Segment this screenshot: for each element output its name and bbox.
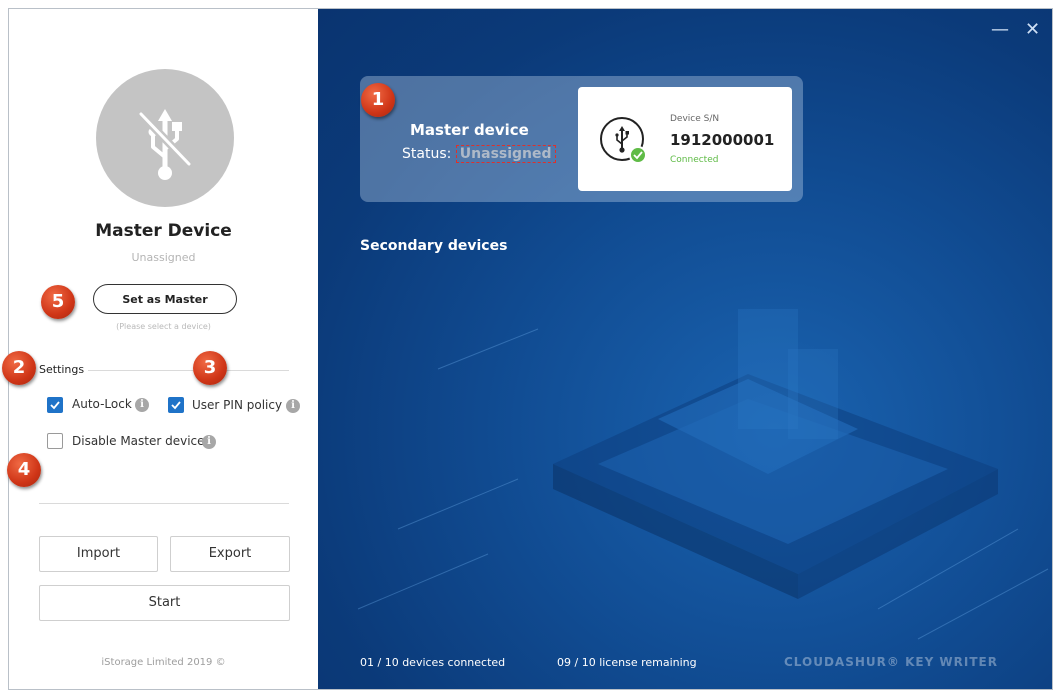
section-divider — [39, 503, 289, 504]
status-value: Unassigned — [455, 145, 556, 163]
master-device-title: Master Device — [95, 221, 232, 241]
callout-5: 5 — [41, 285, 75, 319]
minimize-button[interactable]: — — [991, 19, 1009, 40]
user-pin-policy-info-icon[interactable]: i — [286, 399, 300, 413]
master-card-title: Master device — [410, 121, 529, 139]
usb-device-avatar — [96, 69, 234, 207]
left-panel: Master Device Unassigned Set as Master (… — [9, 9, 318, 689]
close-button[interactable]: ✕ — [1025, 19, 1040, 40]
status-label: Status: — [402, 146, 452, 162]
auto-lock-label: Auto-Lock — [72, 397, 132, 411]
master-card-status: Status: Unassigned — [402, 145, 556, 163]
device-tile[interactable]: Device S/N 1912000001 Connected — [578, 87, 792, 191]
license-remaining-count: 09 / 10 license remaining — [557, 656, 697, 669]
auto-lock-checkbox[interactable] — [47, 397, 63, 413]
devices-connected-count: 01 / 10 devices connected — [360, 656, 506, 669]
right-panel: — ✕ Master device Status: Unassigned Dev… — [318, 9, 1052, 689]
set-as-master-button[interactable]: Set as Master — [93, 284, 237, 314]
master-device-status: Unassigned — [131, 251, 196, 264]
master-device-card: Master device Status: Unassigned Device … — [360, 76, 803, 202]
callout-1: 1 — [361, 83, 395, 117]
device-connection-status: Connected — [670, 155, 719, 165]
user-pin-policy-checkbox[interactable] — [168, 397, 184, 413]
copyright-footer: iStorage Limited 2019 © — [101, 657, 226, 668]
usb-connected-icon — [600, 117, 647, 164]
start-button[interactable]: Start — [39, 585, 290, 621]
checkmark-icon — [50, 401, 60, 410]
auto-lock-info-icon[interactable]: i — [135, 398, 149, 412]
user-pin-policy-label: User PIN policy — [192, 398, 283, 412]
disable-master-checkbox[interactable] — [47, 433, 63, 449]
select-device-hint: (Please select a device) — [116, 322, 211, 331]
device-serial-number: 1912000001 — [670, 131, 775, 149]
app-window: Master Device Unassigned Set as Master (… — [8, 8, 1053, 690]
callout-2: 2 — [2, 351, 36, 385]
export-button[interactable]: Export — [170, 536, 290, 572]
settings-label: Settings — [39, 363, 89, 376]
brand-logo: CLOUDASHUR® KEY WRITER — [784, 655, 998, 669]
checkmark-icon — [171, 401, 181, 410]
device-sn-label: Device S/N — [670, 114, 720, 124]
secondary-devices-title: Secondary devices — [360, 238, 508, 254]
import-button[interactable]: Import — [39, 536, 158, 572]
disable-master-label: Disable Master device — [72, 434, 205, 448]
usb-disconnected-icon — [137, 109, 193, 180]
disable-master-info-icon[interactable]: i — [202, 435, 216, 449]
callout-3: 3 — [193, 351, 227, 385]
callout-4: 4 — [7, 453, 41, 487]
